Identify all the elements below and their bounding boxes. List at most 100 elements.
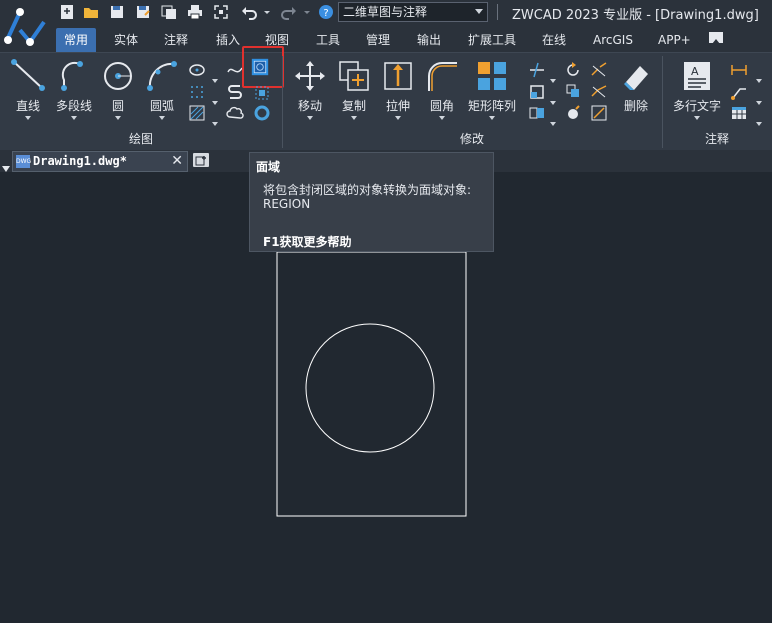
tab-menu-icon[interactable] — [2, 157, 10, 172]
chevron-down-icon — [694, 116, 700, 120]
copy-icon — [339, 61, 369, 91]
app-logo[interactable] — [0, 0, 50, 52]
leader-dropdown-icon[interactable] — [756, 90, 762, 105]
fillet-label: 圆角 — [429, 99, 454, 113]
stretch-icon — [384, 62, 412, 90]
circle-button[interactable]: 圆 — [100, 58, 136, 120]
circle-icon — [104, 62, 132, 90]
edit-hatch-icon[interactable] — [590, 104, 608, 122]
mirror-icon[interactable] — [528, 104, 546, 122]
drawn-circle[interactable] — [305, 323, 435, 453]
minimize-ribbon-icon[interactable] — [709, 32, 723, 44]
chevron-down-icon — [395, 116, 401, 120]
annotation-panel-title: 注释 — [704, 132, 729, 146]
drawn-rectangle[interactable] — [276, 251, 467, 517]
svg-text:?: ? — [323, 8, 328, 19]
document-tab-label: Drawing1.dwg* — [33, 154, 127, 168]
gradient-dropdown-icon[interactable] — [212, 111, 218, 126]
workspace-label: 二维草图与注释 — [343, 5, 428, 19]
rect-array-label: 矩形阵列 — [467, 99, 516, 113]
polyline-icon — [61, 61, 83, 91]
boundary-icon[interactable] — [253, 84, 271, 102]
mtext-icon: A — [684, 62, 710, 90]
save-as-icon[interactable] — [134, 3, 152, 21]
rotate-icon[interactable] — [564, 61, 582, 79]
mirror-dropdown-icon[interactable] — [550, 111, 556, 126]
linear-dimension-icon[interactable] — [730, 61, 748, 79]
document-tab[interactable]: DWG Drawing1.dwg* ✕ — [12, 151, 188, 172]
tab-extensions[interactable]: 扩展工具 — [460, 28, 524, 52]
undo-icon[interactable] — [240, 3, 258, 21]
rotate-copy-icon[interactable] — [564, 82, 582, 100]
move-button[interactable]: 移动 — [292, 58, 328, 120]
mtext-button[interactable]: A 多行文字 — [670, 58, 724, 120]
tab-manage[interactable]: 管理 — [358, 28, 398, 52]
fillet-icon — [428, 62, 457, 91]
title-separator — [497, 4, 498, 20]
dimension-dropdown-icon[interactable] — [756, 68, 762, 83]
open-folder-icon[interactable] — [82, 3, 100, 21]
table-dropdown-icon[interactable] — [756, 111, 762, 126]
arc-button[interactable]: 圆弧 — [144, 58, 180, 120]
chevron-down-icon — [489, 116, 495, 120]
close-icon[interactable]: ✕ — [171, 153, 183, 169]
revision-cloud-icon[interactable] — [226, 104, 244, 122]
rect-array-icon — [478, 62, 506, 90]
batch-plot-icon[interactable] — [160, 3, 178, 21]
workspace-select[interactable]: 二维草图与注释 — [338, 2, 488, 22]
zoom-extents-icon[interactable] — [212, 3, 230, 21]
scale-icon[interactable] — [528, 83, 546, 101]
hatch-icon[interactable] — [188, 83, 206, 101]
save-icon[interactable] — [108, 3, 126, 21]
copy-button[interactable]: 复制 — [336, 58, 372, 120]
tab-annotate[interactable]: 注释 — [156, 28, 196, 52]
tab-output[interactable]: 输出 — [409, 28, 449, 52]
erase-icon — [624, 66, 648, 90]
undo-dropdown-icon[interactable] — [258, 3, 270, 21]
tooltip-command: REGION — [263, 197, 311, 211]
chevron-down-icon — [115, 116, 121, 120]
ellipse-dropdown-icon[interactable] — [212, 68, 218, 83]
help-icon[interactable]: ? — [317, 3, 335, 21]
print-icon[interactable] — [186, 3, 204, 21]
redo-icon[interactable] — [280, 3, 298, 21]
erase-button[interactable]: 删除 — [618, 58, 654, 114]
scale-dropdown-icon[interactable] — [550, 90, 556, 105]
tooltip-title: 面域 — [256, 160, 281, 174]
join-icon[interactable] — [590, 82, 608, 100]
hatch-dropdown-icon[interactable] — [212, 90, 218, 105]
new-file-icon[interactable] — [58, 3, 76, 21]
tooltip-description: 将包含封闭区域的对象转换为面域对象: — [263, 183, 472, 197]
stretch-button[interactable]: 拉伸 — [380, 58, 416, 120]
stretch-label: 拉伸 — [385, 99, 410, 113]
line-button[interactable]: 直线 — [10, 58, 46, 120]
chevron-down-icon — [159, 116, 165, 120]
erase-label: 删除 — [623, 99, 648, 113]
region-highlight-box — [242, 46, 284, 88]
tab-online[interactable]: 在线 — [534, 28, 574, 52]
donut-icon[interactable] — [253, 104, 271, 122]
rect-array-button[interactable]: 矩形阵列 — [467, 58, 517, 120]
ellipse-icon[interactable] — [188, 61, 206, 79]
tab-solid[interactable]: 实体 — [106, 28, 146, 52]
redo-dropdown-icon[interactable] — [298, 3, 310, 21]
svg-text:A: A — [691, 65, 699, 78]
polyline-label: 多段线 — [55, 99, 92, 113]
tab-home[interactable]: 常用 — [56, 28, 97, 52]
new-tab-icon[interactable] — [193, 153, 209, 167]
trim-icon[interactable] — [528, 61, 546, 79]
draw-panel-title: 绘图 — [128, 132, 153, 146]
fillet-button[interactable]: 圆角 — [424, 58, 460, 120]
trim-dropdown-icon[interactable] — [550, 68, 556, 83]
leader-icon[interactable] — [730, 83, 748, 101]
dwg-file-icon: DWG — [16, 155, 31, 168]
polyline-button[interactable]: 多段线 — [54, 58, 94, 120]
break-icon[interactable] — [590, 61, 608, 79]
explode-icon[interactable] — [564, 104, 582, 122]
gradient-icon[interactable] — [188, 104, 206, 122]
table-icon[interactable] — [730, 104, 748, 122]
tab-tools[interactable]: 工具 — [308, 28, 348, 52]
tab-arcgis[interactable]: ArcGIS — [585, 28, 641, 52]
move-label: 移动 — [297, 99, 322, 113]
tab-app-plus[interactable]: APP+ — [650, 28, 699, 52]
